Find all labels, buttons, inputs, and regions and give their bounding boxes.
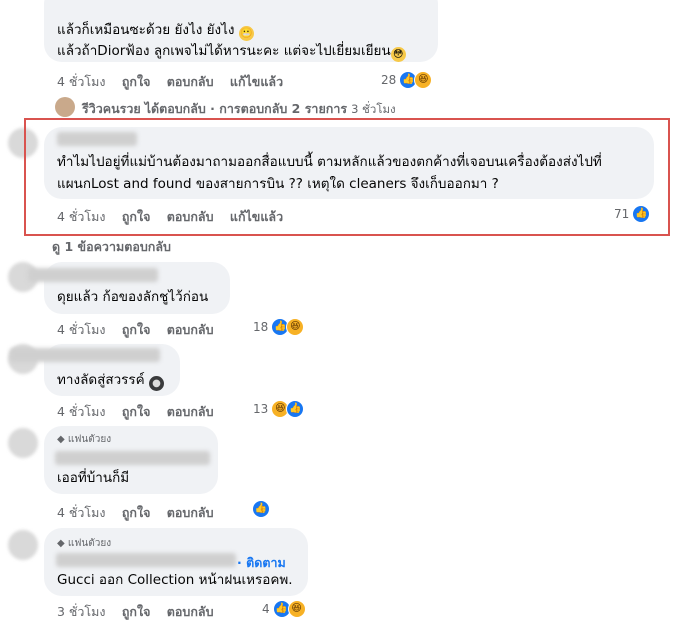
comment-4-reply-button[interactable]: ตอบกลับ xyxy=(167,402,214,422)
comment-1-edited-label: แก้ไขแล้ว xyxy=(229,74,284,89)
comment-1-actions: 4 ชั่วโมง ถูกใจ ตอบกลับ แก้ไขแล้ว xyxy=(57,72,283,92)
comment-5-like-button[interactable]: ถูกใจ xyxy=(122,503,151,523)
haha-icon: 😆 xyxy=(287,600,306,618)
comment-1-reaction-count: 28 xyxy=(381,73,397,87)
reply-thread-text: ได้ตอบกลับ · การตอบกลับ 2 รายการ xyxy=(144,101,348,116)
highlight-box xyxy=(24,118,670,236)
reply-thread-avatar xyxy=(55,97,75,117)
comment-3-author-name[interactable] xyxy=(28,268,158,282)
comment-4-text: ทางลัดสู่สวรรค์ ● xyxy=(57,370,165,391)
comment-1-time[interactable]: 4 ชั่วโมง xyxy=(57,72,106,92)
comment-6-reaction-count: 4 xyxy=(262,602,270,616)
comment-4-like-button[interactable]: ถูกใจ xyxy=(122,402,151,422)
comment-1-line-1: แล้วก็เหมือนซะด้วย ยังไง ยังไง 😬 xyxy=(57,22,254,41)
grimace-emoji-icon: 😬 xyxy=(238,26,254,41)
diamond-icon: ◆ xyxy=(57,434,65,445)
comment-5-reply-button[interactable]: ตอบกลับ xyxy=(167,503,214,523)
moon-face-icon: ● xyxy=(149,376,165,391)
comment-6-reply-button[interactable]: ตอบกลับ xyxy=(167,602,214,622)
comment-6-like-button[interactable]: ถูกใจ xyxy=(122,602,151,622)
comment-5-time[interactable]: 4 ชั่วโมง xyxy=(57,503,106,523)
comment-6-fan-badge: ◆ แฟนตัวยง xyxy=(57,538,112,549)
comment-4-author-name[interactable] xyxy=(10,348,160,362)
like-icon: 👍 xyxy=(252,500,270,518)
comment-3-like-button[interactable]: ถูกใจ xyxy=(122,320,151,340)
comment-5-avatar[interactable] xyxy=(8,428,38,458)
comment-5-text: เออที่บ้านก็มี xyxy=(57,470,130,486)
comment-1-line-2: แล้วถ้าDiorฟ้อง ลูกเพจไม่ได้หารนะคะ แต่จ… xyxy=(57,41,406,62)
comment-6-text: Gucci ออก Collection หน้าฝนเหรอคพ. xyxy=(57,572,293,588)
comment-3-reply-button[interactable]: ตอบกลับ xyxy=(167,320,214,340)
comment-4-time[interactable]: 4 ชั่วโมง xyxy=(57,402,106,422)
comment-5-actions: 4 ชั่วโมง ถูกใจ ตอบกลับ xyxy=(57,503,214,523)
comment-3-text: ดุยแล้ว ก้อของลักชูไว้ก่อน xyxy=(57,289,209,305)
comment-5-author-name[interactable] xyxy=(55,451,210,465)
comment-6-time[interactable]: 3 ชั่วโมง xyxy=(57,602,106,622)
comment-4-actions: 4 ชั่วโมง ถูกใจ ตอบกลับ xyxy=(57,402,214,422)
comment-6-reactions[interactable]: 4 👍 😆 xyxy=(262,600,306,618)
view-replies-link[interactable]: ดู 1 ข้อความตอบกลับ xyxy=(52,237,171,255)
comment-6-author-name[interactable] xyxy=(56,553,236,567)
comment-6-avatar[interactable] xyxy=(8,530,38,560)
reply-thread-name: รีวิวคนรวย xyxy=(82,101,141,116)
comment-3-actions: 4 ชั่วโมง ถูกใจ ตอบกลับ xyxy=(57,320,214,340)
comment-4-reactions[interactable]: 13 😆 👍 xyxy=(253,400,305,418)
comment-5-reactions[interactable]: 👍 xyxy=(252,500,270,518)
haha-icon: 😆 xyxy=(414,71,433,89)
comment-6-actions: 3 ชั่วโมง ถูกใจ ตอบกลับ xyxy=(57,602,214,622)
reply-thread-time: 3 ชั่วโมง xyxy=(351,102,396,116)
comment-5-fan-badge: ◆ แฟนตัวยง xyxy=(57,434,112,445)
like-icon: 👍 xyxy=(286,400,305,418)
comment-1-reactions[interactable]: 28 👍 😆 xyxy=(381,71,433,89)
blush-emoji-icon: 😳 xyxy=(390,47,406,62)
comment-3-time[interactable]: 4 ชั่วโมง xyxy=(57,320,106,340)
comment-3-reactions[interactable]: 18 👍 😆 xyxy=(253,318,305,336)
diamond-icon: ◆ xyxy=(57,538,65,549)
comment-1-reply-button[interactable]: ตอบกลับ xyxy=(167,72,214,92)
reply-thread-link[interactable]: รีวิวคนรวย ได้ตอบกลับ · การตอบกลับ 2 ราย… xyxy=(82,99,396,119)
haha-icon: 😆 xyxy=(286,318,305,336)
comment-1-like-button[interactable]: ถูกใจ xyxy=(122,72,151,92)
comment-4-reaction-count: 13 xyxy=(253,402,269,416)
comment-3-reaction-count: 18 xyxy=(253,320,269,334)
